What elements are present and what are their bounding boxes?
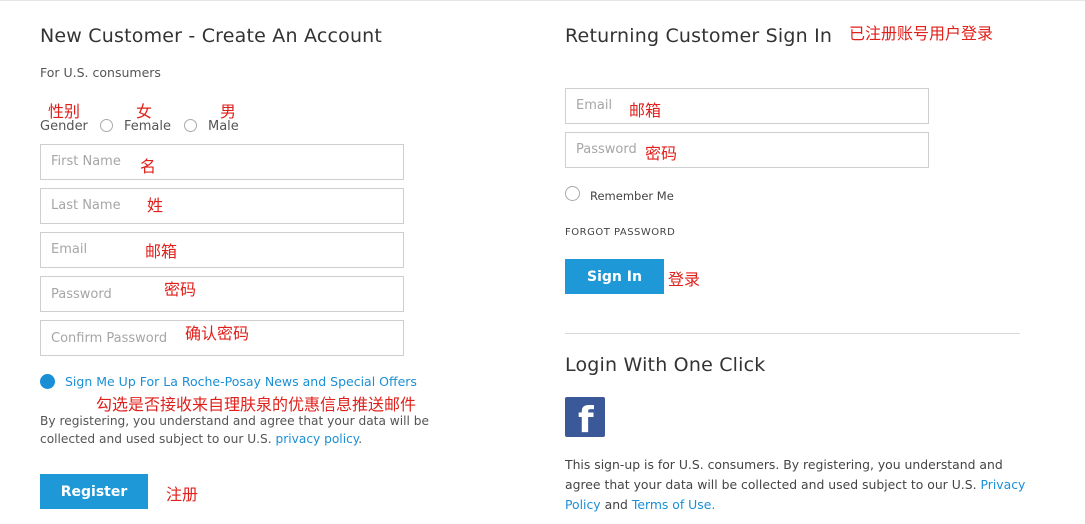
gender-label: Gender	[40, 119, 88, 134]
facebook-icon: f	[578, 400, 594, 438]
female-radio[interactable]	[100, 119, 113, 132]
annotation-signin-password: 密码	[645, 144, 678, 163]
annotation-register: 注册	[166, 485, 199, 504]
annotation-female: 女	[136, 102, 153, 121]
top-border	[0, 0, 1085, 1]
new-customer-subtitle: For U.S. consumers	[40, 65, 161, 80]
annotation-last-name: 姓	[147, 196, 164, 215]
signup-offers-label[interactable]: Sign Me Up For La Roche-Posay News and S…	[65, 374, 417, 389]
annotation-password: 密码	[164, 280, 197, 299]
terms-period: .	[711, 497, 716, 512]
one-click-note-text: agree that your data will be collected a…	[565, 477, 977, 492]
first-name-placeholder: First Name	[51, 154, 121, 169]
annotation-gender: 性别	[48, 102, 81, 121]
annotation-confirm-password: 确认密码	[185, 324, 250, 343]
disclaimer-period: .	[358, 432, 363, 446]
one-click-title: Login With One Click	[565, 354, 766, 376]
signin-password-field[interactable]: Password	[565, 132, 929, 168]
one-click-note-line-1: This sign-up is for U.S. consumers. By r…	[565, 457, 1003, 472]
annotation-male: 男	[220, 102, 237, 121]
email-placeholder: Email	[51, 242, 88, 257]
confirm-password-placeholder: Confirm Password	[51, 331, 168, 346]
annotation-signin-email: 邮箱	[629, 101, 662, 120]
password-placeholder: Password	[51, 287, 112, 302]
male-label[interactable]: Male	[208, 119, 239, 134]
annotation-first-name: 名	[140, 157, 157, 176]
male-radio[interactable]	[184, 119, 197, 132]
email-field[interactable]: Email	[40, 232, 404, 268]
terms-of-use-link[interactable]: Terms of Use	[632, 497, 711, 512]
last-name-placeholder: Last Name	[51, 198, 121, 213]
privacy-link-part-2[interactable]: Policy	[565, 497, 601, 512]
sign-in-button[interactable]: Sign In	[565, 259, 664, 294]
annotation-email: 邮箱	[145, 242, 178, 261]
disclaimer-line-1: By registering, you understand and agree…	[40, 414, 430, 428]
annotation-returning-title: 已注册账号用户登录	[849, 24, 994, 43]
remember-me-checkbox[interactable]	[565, 186, 580, 201]
first-name-field[interactable]: First Name	[40, 144, 404, 180]
signin-email-field[interactable]: Email	[565, 88, 929, 124]
password-field[interactable]: Password	[40, 276, 404, 312]
last-name-field[interactable]: Last Name	[40, 188, 404, 224]
annotation-sign-in: 登录	[668, 270, 701, 289]
register-button[interactable]: Register	[40, 474, 148, 509]
and-text: and	[604, 497, 628, 512]
privacy-link-part-1[interactable]: Privacy	[980, 477, 1025, 492]
disclaimer-text: collected and used subject to our U.S.	[40, 432, 272, 446]
forgot-password-link[interactable]: FORGOT PASSWORD	[565, 227, 675, 238]
section-divider	[565, 333, 1020, 334]
disclaimer-line-2: collected and used subject to our U.S. p…	[40, 432, 362, 446]
annotation-signup-offers: 勾选是否接收来自理肤泉的优惠信息推送邮件	[96, 395, 417, 414]
female-label[interactable]: Female	[124, 119, 171, 134]
one-click-note-line-3: Policy and Terms of Use.	[565, 497, 715, 512]
signin-email-placeholder: Email	[576, 98, 613, 113]
remember-me-label[interactable]: Remember Me	[590, 189, 674, 203]
signup-offers-checkbox[interactable]	[40, 374, 55, 389]
returning-customer-title: Returning Customer Sign In	[565, 25, 833, 47]
facebook-login-button[interactable]: f	[565, 397, 605, 437]
privacy-policy-link[interactable]: privacy policy	[276, 432, 359, 446]
signin-password-placeholder: Password	[576, 142, 637, 157]
one-click-note-line-2: agree that your data will be collected a…	[565, 477, 1025, 492]
new-customer-title: New Customer - Create An Account	[40, 25, 383, 47]
